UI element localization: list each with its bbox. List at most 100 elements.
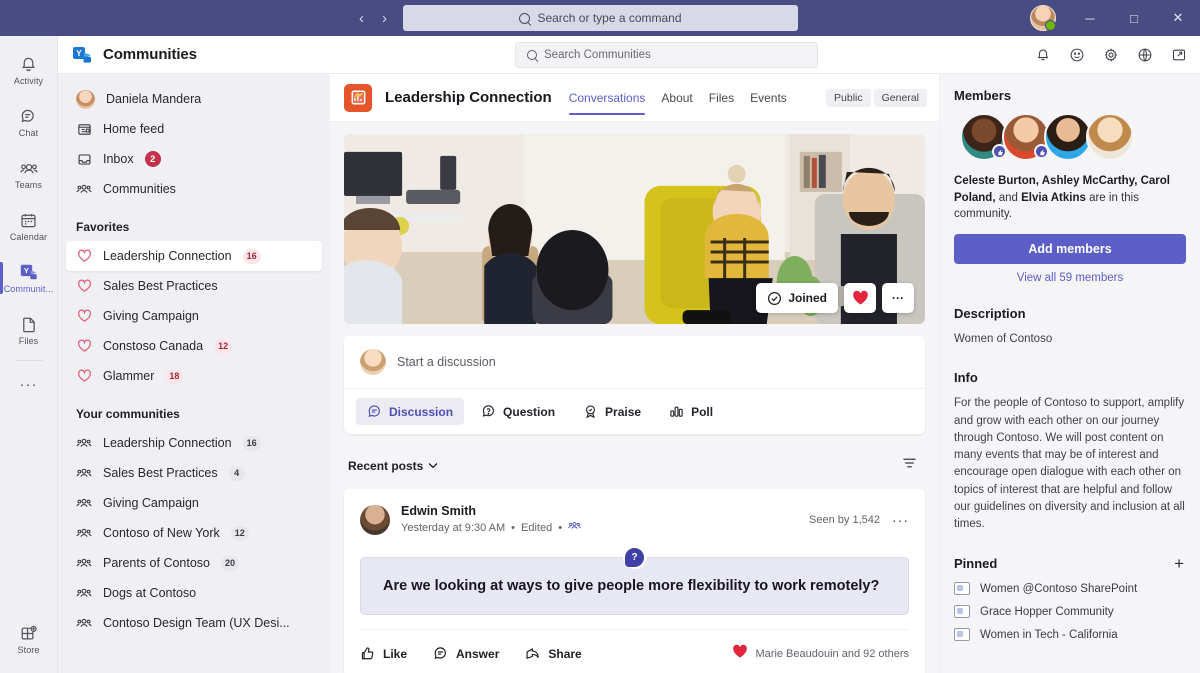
home-feed-icon [76,122,92,137]
pinned-item[interactable]: Women in Tech - California [954,628,1186,642]
sidebar-item-giving-campaign-fav[interactable]: Giving Campaign [66,301,322,331]
sharepoint-icon [954,605,970,619]
avatar[interactable] [1044,113,1092,161]
composer-type-discussion[interactable]: Discussion [356,398,465,425]
post-timestamp: Yesterday at 9:30 AM [401,521,506,534]
sidebar-item-leadership-connection[interactable]: Leadership Connection 16 [66,428,322,458]
maximize-button[interactable]: □ [1112,0,1156,36]
heart-icon [852,290,868,305]
tab-about[interactable]: About [661,74,692,122]
sidebar-item-constoso-canada-fav[interactable]: Constoso Canada 12 [66,331,322,361]
sidebar-item-home-feed[interactable]: Home feed [66,114,322,144]
sidebar-item-label: Inbox [103,152,134,166]
conversations-panel: Leadership Connection Conversations Abou… [330,74,939,673]
sidebar-item-glammer-fav[interactable]: Glammer 18 [66,361,322,391]
back-icon[interactable]: ‹ [355,9,368,28]
post-author[interactable]: Edwin Smith [401,503,581,520]
tab-conversations[interactable]: Conversations [568,74,645,122]
share-button[interactable]: Share [525,646,582,661]
sidebar-item-leadership-connection-fav[interactable]: Leadership Connection 16 [66,241,322,271]
svg-text:Y: Y [76,47,82,57]
command-search-input[interactable]: Search or type a command [403,5,798,31]
page-title: Leadership Connection [385,89,552,106]
add-members-button[interactable]: Add members [954,234,1186,265]
post-reactions[interactable]: Marie Beaudouin and 92 others [732,644,909,663]
avatar[interactable] [360,505,390,536]
avatar[interactable] [960,113,1008,161]
add-pinned-icon[interactable]: + [1172,555,1186,572]
heart-icon [76,279,92,293]
minimize-button[interactable]: ─ [1068,0,1112,36]
filter-button[interactable] [898,452,921,479]
rail-item-activity[interactable]: Activity [0,44,58,96]
composer-type-praise[interactable]: Praise [572,398,652,425]
like-button[interactable]: Like [360,646,407,661]
avatar[interactable] [1030,5,1056,31]
avatar[interactable] [1086,113,1134,161]
sidebar-item-inbox[interactable]: Inbox 2 [66,144,322,174]
search-input[interactable]: Search Communities [515,41,818,68]
sidebar-item-dogs-at-contoso[interactable]: Dogs at Contoso [66,578,322,608]
more-options-button[interactable]: ··· [882,283,914,313]
favorite-button[interactable] [844,283,876,313]
sidebar-item-label: Communities [103,182,176,196]
globe-icon[interactable] [1136,46,1154,64]
composer-type-poll[interactable]: Poll [658,398,724,425]
community-header: Leadership Connection Conversations Abou… [330,74,939,122]
sidebar-item-giving-campaign[interactable]: Giving Campaign [66,488,322,518]
nav-arrows: ‹ › [355,9,391,28]
inbox-icon [76,152,92,167]
pinned-item[interactable]: Women @Contoso SharePoint [954,582,1186,596]
composer-type-question[interactable]: Question [470,398,566,425]
members-and: and [995,191,1022,204]
avatar[interactable] [1002,113,1050,161]
sidebar-item-contoso-of-new-york[interactable]: Contoso of New York 12 [66,518,322,548]
sort-selector[interactable]: Recent posts [348,459,438,473]
gear-icon[interactable] [1102,46,1120,64]
joined-button[interactable]: Joined [756,283,838,313]
sidebar-item-communities[interactable]: Communities [66,174,322,204]
heart-icon [76,309,92,323]
status-badge-public[interactable]: Public [826,88,871,107]
communities-group-icon [76,526,92,541]
discussion-icon [368,405,380,417]
like-label: Like [383,646,408,661]
close-button[interactable]: ✕ [1156,0,1200,36]
bell-icon[interactable] [1034,46,1052,64]
pinned-item[interactable]: Grace Hopper Community [954,605,1186,619]
answer-button[interactable]: Answer [433,646,499,661]
search-icon [519,12,531,24]
rail-item-files[interactable]: Files [0,304,58,356]
sidebar-item-sales-best-practices-fav[interactable]: Sales Best Practices [66,271,322,301]
popout-icon[interactable] [1170,46,1188,64]
left-nav: Daniela Mandera Home feed Inbox 2 Commun… [58,74,330,673]
view-all-members-link[interactable]: View all 59 members [954,272,1186,284]
rail-label: Files [18,336,39,346]
sidebar-item-contoso-design-team[interactable]: Contoso Design Team (UX Desi... [66,608,322,638]
files-icon [22,317,35,332]
tab-events[interactable]: Events [750,74,787,122]
nav-user[interactable]: Daniela Mandera [66,84,322,114]
sidebar-item-label: Contoso Design Team (UX Desi... [103,616,290,630]
status-badge-general[interactable]: General [873,88,927,107]
question-badge: ? [622,545,647,570]
feed-controls: Recent posts [344,446,925,489]
post-more-button[interactable]: ··· [892,512,909,528]
composer-input-row[interactable]: Start a discussion [344,336,925,389]
audience-icon [568,520,581,537]
post-header: Edwin Smith Yesterday at 9:30 AM • Edite… [360,503,909,537]
sidebar-item-sales-best-practices[interactable]: Sales Best Practices 4 [66,458,322,488]
forward-icon[interactable]: › [378,9,391,28]
rail-item-chat[interactable]: Chat [0,96,58,148]
sidebar-item-parents-of-contoso[interactable]: Parents of Contoso 20 [66,548,322,578]
smiley-icon[interactable] [1068,46,1086,64]
tab-files[interactable]: Files [709,74,734,122]
rail-item-calendar[interactable]: Calendar [0,200,58,252]
rail-item-store[interactable]: Store [0,613,58,665]
store-icon [21,625,37,639]
rail-label: Chat [18,128,39,138]
rail-more-button[interactable]: ··· [0,365,58,403]
rail-item-communities[interactable]: Y Communit... [0,252,58,304]
app-header: Y Communities Search Communities [58,36,1200,74]
rail-item-teams[interactable]: Teams [0,148,58,200]
